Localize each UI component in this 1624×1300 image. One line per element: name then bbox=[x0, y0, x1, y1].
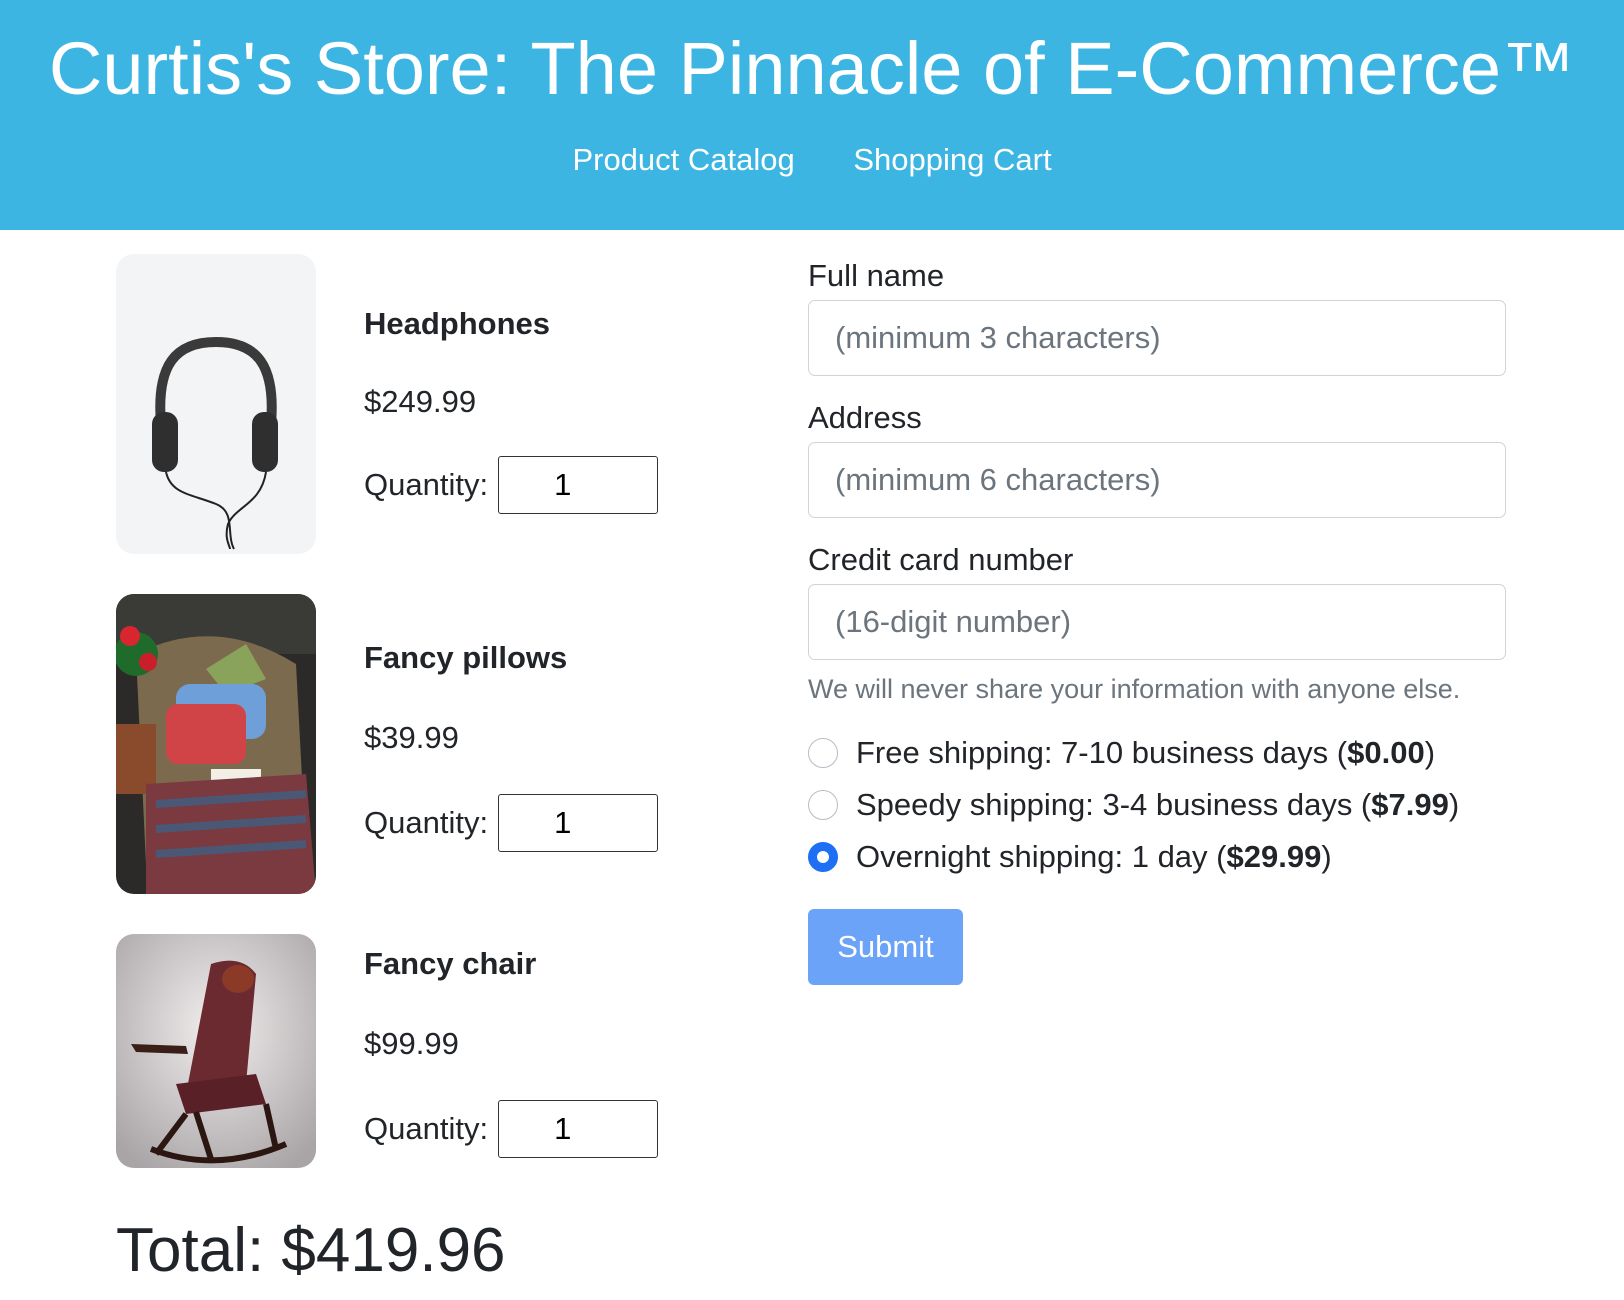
submit-button[interactable]: Submit bbox=[808, 909, 963, 985]
item-price: $39.99 bbox=[364, 720, 459, 755]
shipping-option-speedy[interactable]: Speedy shipping: 3-4 business days ($7.9… bbox=[808, 779, 1506, 831]
site-title: Curtis's Store: The Pinnacle of E-Commer… bbox=[48, 27, 1576, 110]
shipping-price: $29.99 bbox=[1226, 839, 1322, 874]
item-name: Fancy chair bbox=[364, 946, 537, 981]
cart-item: Fancy chair $99.99 Quantity: bbox=[116, 934, 676, 1168]
credit-card-label: Credit card number bbox=[808, 542, 1074, 577]
cart-list: Headphones $249.99 Quantity: 1 Fancy pil… bbox=[116, 254, 676, 1208]
quantity-row: Quantity: bbox=[364, 456, 659, 514]
site-header: Curtis's Store: The Pinnacle of E-Commer… bbox=[0, 0, 1624, 230]
nav-shopping-cart[interactable]: Shopping Cart bbox=[853, 142, 1051, 177]
radio-speedy-shipping[interactable] bbox=[808, 790, 838, 820]
cart-item: Fancy pillows $39.99 Quantity: bbox=[116, 594, 676, 894]
shipping-option-overnight[interactable]: Overnight shipping: 1 day ($29.99) bbox=[808, 831, 1506, 883]
shipping-price: $0.00 bbox=[1347, 735, 1425, 770]
chair-image bbox=[116, 934, 316, 1168]
cart-item: Headphones $249.99 Quantity: bbox=[116, 254, 676, 554]
quantity-input[interactable] bbox=[498, 456, 659, 514]
shipping-option-text: Overnight shipping: 1 day ($29.99) bbox=[856, 839, 1332, 874]
headphones-image bbox=[116, 254, 316, 554]
address-label: Address bbox=[808, 400, 922, 435]
full-name-input[interactable] bbox=[808, 300, 1506, 376]
shipping-option-text: Free shipping: 7-10 business days ($0.00… bbox=[856, 735, 1436, 770]
item-name: Fancy pillows bbox=[364, 640, 568, 675]
privacy-hint: We will never share your information wit… bbox=[808, 674, 1461, 704]
credit-card-input[interactable] bbox=[808, 584, 1506, 660]
quantity-label: Quantity: bbox=[364, 805, 489, 840]
shipping-option-free[interactable]: Free shipping: 7-10 business days ($0.00… bbox=[808, 727, 1506, 779]
item-name: Headphones bbox=[364, 306, 551, 341]
cart-total: Total: $419.96 bbox=[116, 1216, 506, 1285]
radio-overnight-shipping[interactable] bbox=[808, 842, 838, 872]
address-input[interactable] bbox=[808, 442, 1506, 518]
main-content: Headphones $249.99 Quantity: 1 Fancy pil… bbox=[0, 230, 1624, 1300]
shipping-option-text: Speedy shipping: 3-4 business days ($7.9… bbox=[856, 787, 1460, 822]
item-price: $249.99 bbox=[364, 384, 477, 419]
radio-free-shipping[interactable] bbox=[808, 738, 838, 768]
main-nav: Product Catalog Shopping Cart bbox=[0, 142, 1624, 178]
shipping-price: $7.99 bbox=[1371, 787, 1449, 822]
checkout-form: Full name Address Credit card number We … bbox=[808, 258, 1506, 985]
pillows-image bbox=[116, 594, 316, 894]
quantity-row: Quantity: bbox=[364, 1100, 659, 1158]
item-price: $99.99 bbox=[364, 1026, 459, 1061]
nav-product-catalog[interactable]: Product Catalog bbox=[572, 142, 794, 177]
quantity-label: Quantity: bbox=[364, 1111, 489, 1146]
full-name-label: Full name bbox=[808, 258, 945, 293]
quantity-input[interactable] bbox=[498, 794, 659, 852]
quantity-label: Quantity: bbox=[364, 467, 489, 502]
quantity-input[interactable] bbox=[498, 1100, 659, 1158]
quantity-row: Quantity: bbox=[364, 794, 659, 852]
